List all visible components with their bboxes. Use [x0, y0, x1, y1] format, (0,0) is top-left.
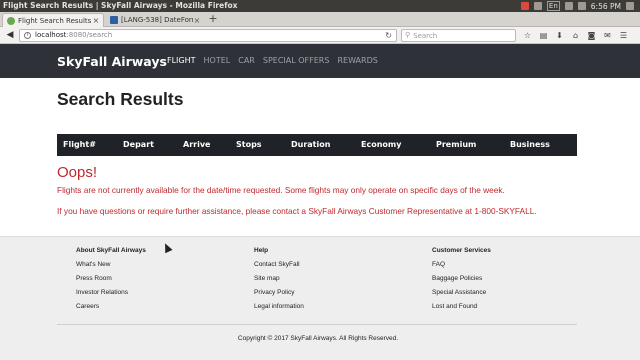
pocket-icon[interactable]: ◙ — [586, 30, 597, 41]
new-tab-button[interactable]: + — [207, 13, 219, 26]
clock[interactable]: 6:56 PM — [591, 2, 621, 11]
site-nav: FLIGHT HOTEL CAR SPECIAL OFFERS REWARDS — [167, 56, 378, 65]
jira-icon — [110, 16, 118, 24]
page-title: Search Results — [57, 89, 184, 109]
footer-heading: About SkyFall Airways — [76, 247, 146, 254]
tab-jira-issue[interactable]: [LANG-538] DateFormat × — [106, 13, 204, 27]
tab-strip: Flight Search Results × [LANG-538] DateF… — [0, 12, 640, 27]
window-title: Flight Search Results | SkyFall Airways … — [3, 1, 238, 10]
record-icon[interactable] — [520, 2, 529, 10]
footer-link-legal[interactable]: Legal information — [254, 303, 304, 310]
network-icon[interactable] — [533, 2, 542, 10]
col-arrive: Arrive — [183, 140, 211, 149]
error-message: Flights are not currently available for … — [57, 185, 505, 195]
back-button[interactable]: ◀ — [4, 30, 16, 41]
footer-divider — [57, 324, 577, 325]
search-icon: ⚲ — [405, 31, 411, 39]
url-host: localhost — [35, 31, 67, 39]
nav-hotel[interactable]: HOTEL — [204, 56, 231, 65]
footer-link-privacy-policy[interactable]: Privacy Policy — [254, 289, 304, 296]
footer-link-baggage-policies[interactable]: Baggage Policies — [432, 275, 491, 282]
extension-icon[interactable]: ✉ — [602, 30, 613, 41]
home-icon[interactable]: ⌂ — [570, 30, 581, 41]
footer-link-site-map[interactable]: Site map — [254, 275, 304, 282]
close-icon[interactable]: × — [92, 16, 100, 25]
col-economy: Economy — [361, 140, 402, 149]
footer-link-contact[interactable]: Contact SkyFall — [254, 261, 304, 268]
col-business: Business — [510, 140, 550, 149]
search-input[interactable] — [413, 31, 509, 40]
col-duration: Duration — [291, 140, 331, 149]
col-stops: Stops — [236, 140, 262, 149]
reload-icon[interactable]: ↻ — [385, 30, 392, 41]
reading-list-icon[interactable]: ▤ — [538, 30, 549, 41]
download-icon[interactable]: ⬇ — [554, 30, 565, 41]
nav-bar: ◀ i localhost:8080/search ↻ ⚲ ☆ ▤ ⬇ ⌂ ◙ … — [0, 27, 640, 44]
footer-link-lost-and-found[interactable]: Lost and Found — [432, 303, 491, 310]
footer-column-about: About SkyFall Airways What's New Press R… — [76, 247, 146, 317]
tab-label: Flight Search Results — [18, 16, 92, 25]
nav-car[interactable]: CAR — [238, 56, 255, 65]
footer-column-customer-services: Customer Services FAQ Baggage Policies S… — [432, 247, 491, 317]
col-depart: Depart — [123, 140, 154, 149]
bookmark-star-icon[interactable]: ☆ — [522, 30, 533, 41]
nav-rewards[interactable]: REWARDS — [337, 56, 377, 65]
error-contact-message: If you have questions or require further… — [57, 206, 537, 216]
col-premium: Premium — [436, 140, 477, 149]
gear-icon[interactable] — [626, 2, 634, 10]
bluetooth-icon[interactable] — [564, 2, 573, 10]
system-tray: En 6:56 PM — [520, 0, 634, 12]
footer-link-faq[interactable]: FAQ — [432, 261, 491, 268]
site-header: SkyFall Airways FLIGHT HOTEL CAR SPECIAL… — [0, 44, 640, 78]
brand-logo[interactable]: SkyFall Airways — [57, 54, 167, 69]
footer-link-whats-new[interactable]: What's New — [76, 261, 146, 268]
keyboard-layout[interactable]: En — [546, 1, 560, 11]
menu-icon[interactable]: ☰ — [618, 30, 629, 41]
footer: About SkyFall Airways What's New Press R… — [0, 236, 640, 360]
volume-icon[interactable] — [577, 2, 586, 10]
tab-flight-search[interactable]: Flight Search Results × — [2, 13, 104, 27]
os-title-bar: Flight Search Results | SkyFall Airways … — [0, 0, 640, 12]
footer-link-special-assistance[interactable]: Special Assistance — [432, 289, 491, 296]
footer-link-careers[interactable]: Careers — [76, 303, 146, 310]
error-heading: Oops! — [57, 164, 98, 181]
footer-heading: Help — [254, 247, 269, 254]
info-icon[interactable]: i — [24, 32, 31, 39]
footer-column-help: Help Contact SkyFall Site map Privacy Po… — [254, 247, 304, 317]
search-box[interactable]: ⚲ — [401, 29, 516, 42]
url-bar[interactable]: i localhost:8080/search ↻ — [19, 29, 397, 42]
copyright: Copyright © 2017 SkyFall Airways. All Ri… — [237, 335, 399, 342]
footer-link-investor-relations[interactable]: Investor Relations — [76, 289, 146, 296]
footer-heading: Customer Services — [432, 247, 491, 254]
nav-special-offers[interactable]: SPECIAL OFFERS — [263, 56, 330, 65]
footer-link-press-room[interactable]: Press Room — [76, 275, 146, 282]
results-table-header: Flight# Depart Arrive Stops Duration Eco… — [57, 134, 577, 156]
globe-icon — [7, 16, 15, 25]
tab-label: [LANG-538] DateFormat — [121, 16, 193, 24]
url-path: :8080/search — [66, 31, 113, 39]
close-icon[interactable]: × — [193, 16, 201, 25]
col-flight-number: Flight# — [63, 140, 96, 149]
nav-flight[interactable]: FLIGHT — [167, 56, 196, 65]
